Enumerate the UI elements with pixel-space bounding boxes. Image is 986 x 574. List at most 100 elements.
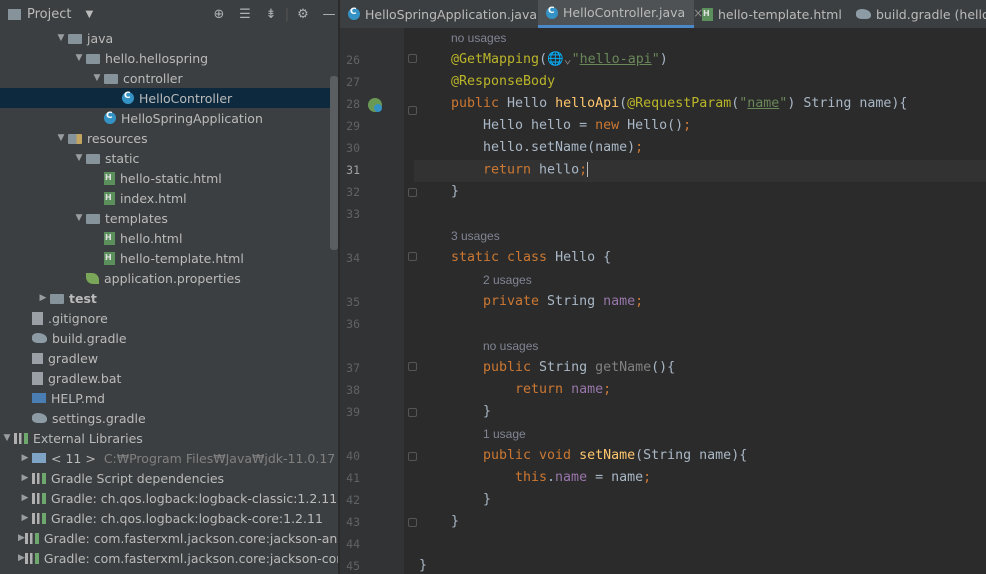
tree-item[interactable]: build.gradle bbox=[0, 328, 338, 348]
collapse-all-icon[interactable]: ⇟ bbox=[258, 7, 284, 22]
tree-item[interactable]: application.properties bbox=[0, 268, 338, 288]
tree-item[interactable]: ▼ hello.hellospring bbox=[0, 48, 338, 68]
tree-item[interactable]: gradlew.bat bbox=[0, 368, 338, 388]
tree-item[interactable]: .gitignore bbox=[0, 308, 338, 328]
chevron-right-icon[interactable]: ▶ bbox=[18, 513, 32, 523]
tree-item-label: index.html bbox=[120, 190, 187, 206]
fold-marker-icon[interactable] bbox=[408, 362, 417, 371]
code-line[interactable]: public Hello helloApi(@RequestParam("nam… bbox=[451, 96, 907, 111]
usages-hint[interactable]: 3 usages bbox=[451, 229, 500, 243]
fold-marker-icon[interactable] bbox=[408, 518, 417, 527]
code-line[interactable]: this.name = name; bbox=[515, 470, 651, 485]
chevron-right-icon[interactable]: ▶ bbox=[18, 553, 25, 563]
tree-item[interactable]: HELP.md bbox=[0, 388, 338, 408]
fold-marker-icon[interactable] bbox=[408, 54, 417, 63]
code-line[interactable]: } bbox=[419, 558, 427, 573]
tree-item[interactable]: ▼ static bbox=[0, 148, 338, 168]
code-editor[interactable]: no usages 26 @GetMapping(🌐⌄"hello-api") 27 @… bbox=[340, 28, 986, 574]
tree-item[interactable]: ▶ Gradle: ch.qos.logback:logback-core:1.2… bbox=[0, 508, 338, 528]
chevron-down-icon[interactable]: ▼ bbox=[54, 33, 68, 43]
fold-marker-icon[interactable] bbox=[408, 408, 417, 417]
tree-item[interactable]: hello-static.html bbox=[0, 168, 338, 188]
usages-hint[interactable]: 1 usage bbox=[483, 427, 526, 441]
project-scrollbar[interactable] bbox=[330, 76, 338, 250]
tree-item[interactable]: ▼ templates bbox=[0, 208, 338, 228]
project-toolbar: Project ▼ ⊕ ☰ ⇟ | ⚙ — bbox=[0, 0, 338, 28]
tree-item[interactable]: ▼ controller bbox=[0, 68, 338, 88]
usages-hint[interactable]: 2 usages bbox=[483, 273, 532, 287]
code-line[interactable]: Hello hello = new Hello(); bbox=[483, 118, 691, 133]
tree-item[interactable]: gradlew bbox=[0, 348, 338, 368]
code-line[interactable]: @ResponseBody bbox=[451, 74, 555, 89]
tree-item-label: gradlew bbox=[48, 350, 99, 366]
editor-tab[interactable]: HelloController.java× bbox=[538, 0, 703, 28]
folder-res-icon bbox=[68, 134, 82, 144]
locate-icon[interactable]: ⊕ bbox=[206, 7, 232, 22]
chevron-right-icon[interactable]: ▶ bbox=[18, 493, 32, 503]
code-line[interactable]: return hello; bbox=[483, 162, 589, 178]
project-toolbar-icons: ⊕ ☰ ⇟ | ⚙ — bbox=[206, 0, 338, 28]
tree-item[interactable]: HelloSpringApplication bbox=[0, 108, 338, 128]
tree-item[interactable]: hello-template.html bbox=[0, 248, 338, 268]
expand-all-icon[interactable]: ☰ bbox=[232, 7, 258, 22]
folder-icon bbox=[68, 34, 82, 44]
elephant-icon bbox=[32, 333, 47, 343]
editor-tab[interactable]: HelloSpringApplication.java× bbox=[340, 0, 555, 28]
tree-item[interactable]: ▼ resources bbox=[0, 128, 338, 148]
chevron-down-icon[interactable]: ▼ bbox=[85, 9, 93, 20]
code-line[interactable]: public String getName(){ bbox=[483, 360, 675, 375]
chevron-down-icon[interactable]: ▼ bbox=[0, 433, 14, 443]
tree-item[interactable]: ▶ < 11 > C:₩Program Files₩Java₩jdk-11.0.17 bbox=[0, 448, 338, 468]
tree-item[interactable]: ▶ Gradle: ch.qos.logback:logback-classic:… bbox=[0, 488, 338, 508]
gear-icon[interactable]: ⚙ bbox=[290, 7, 316, 22]
code-line[interactable]: return name; bbox=[515, 382, 611, 397]
tree-item[interactable]: HelloController bbox=[0, 88, 338, 108]
fold-marker-icon[interactable] bbox=[408, 106, 417, 115]
chevron-down-icon[interactable]: ▼ bbox=[72, 153, 86, 163]
tree-item-label: HelloSpringApplication bbox=[121, 110, 263, 126]
tree-item[interactable]: ▶ Gradle: com.fasterxml.jackson.core:jack… bbox=[0, 528, 338, 548]
tree-item-path: C:₩Program Files₩Java₩jdk-11.0.17 bbox=[103, 450, 336, 466]
chevron-right-icon[interactable]: ▶ bbox=[18, 533, 25, 543]
chevron-right-icon[interactable]: ▶ bbox=[18, 473, 32, 483]
tree-item[interactable]: ▶ Gradle Script dependencies bbox=[0, 468, 338, 488]
tree-item-label: settings.gradle bbox=[52, 410, 146, 426]
code-line[interactable]: } bbox=[451, 184, 459, 199]
chevron-right-icon[interactable]: ▶ bbox=[18, 453, 32, 463]
fold-marker-icon[interactable] bbox=[408, 452, 417, 461]
code-line[interactable]: } bbox=[483, 404, 491, 419]
line-number: 45 bbox=[346, 559, 360, 573]
project-view-selector[interactable]: Project ▼ bbox=[8, 7, 93, 22]
code-line[interactable]: public void setName(String name){ bbox=[483, 448, 747, 463]
tree-item[interactable]: ▶ test bbox=[0, 288, 338, 308]
fold-marker-icon[interactable] bbox=[408, 252, 417, 261]
tree-item-label: hello-template.html bbox=[120, 250, 244, 266]
chevron-down-icon[interactable]: ▼ bbox=[54, 133, 68, 143]
line-number: 31 bbox=[346, 163, 360, 177]
spring-bean-icon[interactable] bbox=[368, 98, 382, 112]
chevron-down-icon[interactable]: ▼ bbox=[72, 53, 86, 63]
fold-marker-icon[interactable] bbox=[408, 188, 417, 197]
tree-item[interactable]: index.html bbox=[0, 188, 338, 208]
code-line[interactable]: } bbox=[483, 492, 491, 507]
line-number: 37 bbox=[346, 361, 360, 375]
usages-hint[interactable]: no usages bbox=[451, 31, 506, 45]
minimize-icon[interactable]: — bbox=[316, 7, 338, 22]
usages-hint[interactable]: no usages bbox=[483, 339, 538, 353]
chevron-down-icon[interactable]: ▼ bbox=[72, 213, 86, 223]
tree-item[interactable]: settings.gradle bbox=[0, 408, 338, 428]
code-line[interactable]: @GetMapping(🌐⌄"hello-api") bbox=[451, 52, 668, 67]
chevron-right-icon[interactable]: ▶ bbox=[36, 293, 50, 303]
chevron-down-icon[interactable]: ▼ bbox=[90, 73, 104, 83]
editor-tab[interactable]: hello-template.html bbox=[694, 0, 848, 28]
tree-item[interactable]: hello.html bbox=[0, 228, 338, 248]
code-line[interactable]: hello.setName(name); bbox=[483, 140, 643, 155]
code-line[interactable]: } bbox=[451, 514, 459, 529]
tree-item[interactable]: ▼ External Libraries bbox=[0, 428, 338, 448]
lib-icon bbox=[32, 472, 46, 484]
tree-item[interactable]: ▶ Gradle: com.fasterxml.jackson.core:jack… bbox=[0, 548, 338, 568]
tree-item[interactable]: ▼ java bbox=[0, 28, 338, 48]
code-line[interactable]: private String name; bbox=[483, 294, 643, 309]
code-line[interactable]: static class Hello { bbox=[451, 250, 611, 265]
editor-tab[interactable]: build.gradle (hello-sp bbox=[848, 0, 986, 28]
